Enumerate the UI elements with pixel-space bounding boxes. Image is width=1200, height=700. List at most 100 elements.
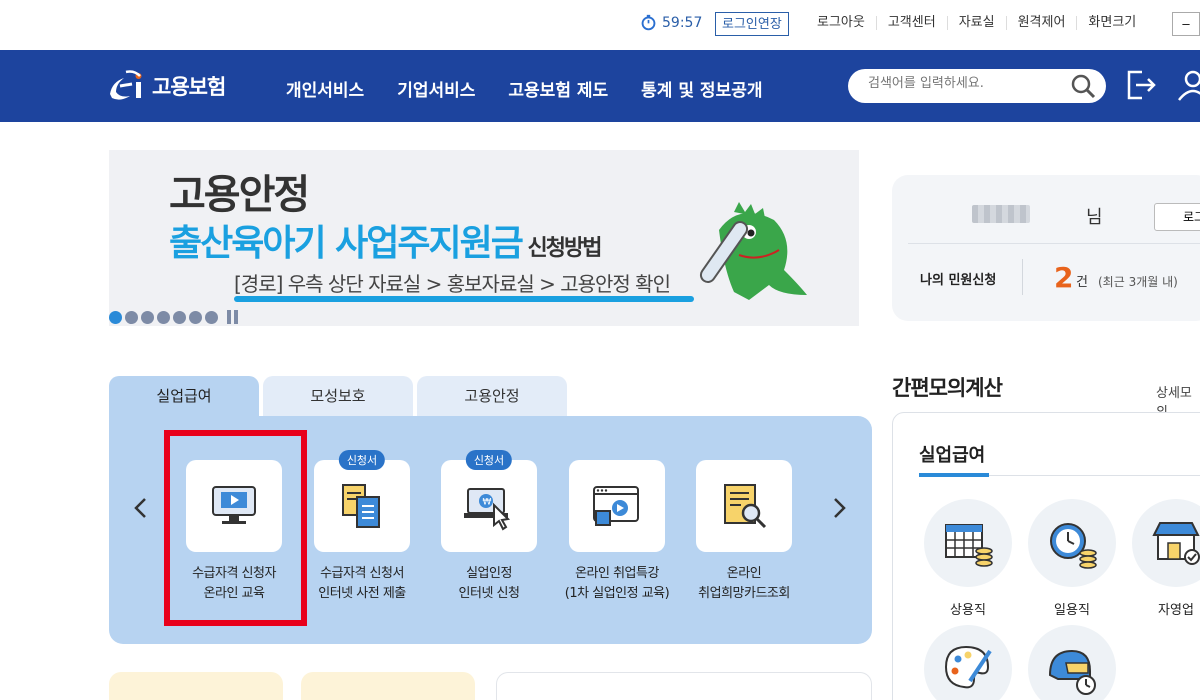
service-icon-box: 신청서 ₩ [441, 450, 537, 552]
calc-item-label: 자영업 [1158, 603, 1194, 618]
service-icon-box [569, 460, 665, 552]
banner-path: [경로] 우측 상단 자료실 > 홍보자료실 > 고용안정 확인 [234, 272, 671, 296]
dinosaur-mascot-icon [699, 202, 807, 300]
zoom-out-button[interactable]: – [1172, 12, 1200, 36]
chevron-left-icon[interactable] [129, 496, 153, 520]
service-hope-card[interactable]: 온라인취업희망카드조회 [683, 460, 805, 604]
calc-icon-circle [1132, 499, 1200, 587]
documents-icon [342, 484, 380, 528]
request-count[interactable]: 2 [1054, 261, 1073, 294]
service-icon-box: 신청서 [314, 450, 410, 552]
ei-logo-icon [110, 70, 142, 100]
banner-dot-6[interactable] [189, 310, 202, 324]
login-extend-button[interactable]: 로그인연장 [715, 12, 789, 36]
timer-text: 59:57 [662, 14, 703, 31]
banner-underline [234, 296, 694, 302]
chevron-right-icon[interactable] [827, 496, 851, 520]
calc-item-label: 일용직 [1054, 603, 1090, 618]
shop-check-icon [1152, 522, 1200, 565]
search-box [848, 69, 1106, 103]
menu-system[interactable]: 고용보험 제도 [508, 76, 608, 101]
banner-subtitle-small: 신청방법 [521, 236, 603, 261]
service-label-line2: (1차 실업인정 교육) [564, 586, 670, 601]
calc-item-rider[interactable] [1027, 625, 1117, 700]
calc-icon-circle [1028, 625, 1116, 700]
service-label-line1: 실업인정 [466, 566, 512, 581]
calc-box: 실업급여 상용직 일용직 자영업 [892, 412, 1200, 700]
service-label: 온라인취업희망카드조회 [683, 564, 805, 604]
main-banner[interactable]: 고용안정 출산육아기 사업주지원금 신청방법 [경로] 우측 상단 자료실 > … [109, 150, 859, 326]
customer-center-link[interactable]: 고객센터 [875, 16, 947, 30]
calc-item-regular[interactable]: 상용직 [923, 499, 1013, 618]
service-label: 실업인정 인터넷 신청 [428, 564, 550, 604]
calc-item-label: 상용직 [950, 603, 986, 618]
pause-icon[interactable] [227, 310, 239, 324]
service-label-line1: 수급자격 신청서 [320, 566, 404, 581]
calc-title: 간편모의계산 [892, 376, 1003, 400]
banner-dot-3[interactable] [141, 310, 154, 324]
svg-text:₩: ₩ [483, 498, 492, 508]
banner-dot-2[interactable] [125, 310, 138, 324]
archive-link[interactable]: 자료실 [946, 16, 1006, 30]
application-badge: 신청서 [465, 450, 513, 470]
clock-coins-icon [1050, 523, 1097, 569]
banner-dot-4[interactable] [157, 310, 170, 324]
my-request-label: 나의 민원신청 [920, 273, 997, 288]
palette-brush-icon [944, 645, 992, 689]
bottom-card-3 [496, 672, 872, 700]
calc-icon-circle [924, 499, 1012, 587]
service-label-line1: 온라인 취업특강 [575, 566, 659, 581]
calc-item-daily[interactable]: 일용직 [1027, 499, 1117, 618]
helmet-clock-icon [1048, 649, 1096, 695]
divider [908, 243, 1200, 244]
utility-bar: 59:57 로그인연장 로그아웃 고객센터 자료실 원격제어 화면크기 – [0, 0, 1200, 50]
banner-dot-5[interactable] [173, 310, 186, 324]
menu-personal[interactable]: 개인서비스 [286, 76, 364, 101]
service-label: 온라인 취업특강 (1차 실업인정 교육) [556, 564, 678, 604]
logout-icon[interactable] [1124, 68, 1158, 102]
stopwatch-icon [641, 14, 656, 31]
service-label-line2: 인터넷 사전 제출 [318, 586, 406, 601]
user-suffix: 님 [1086, 207, 1103, 228]
service-online-lecture[interactable]: 온라인 취업특강 (1차 실업인정 교육) [556, 460, 678, 604]
user-login-button[interactable]: 로그 [1154, 203, 1200, 231]
calc-icon-circle [1028, 499, 1116, 587]
banner-pagination [109, 310, 239, 324]
request-unit: 건 [1076, 275, 1088, 290]
blurred-username [972, 205, 1030, 223]
calc-item-self-employed[interactable]: 자영업 [1131, 499, 1200, 618]
calc-item-artist[interactable] [923, 625, 1013, 700]
user-icon[interactable] [1176, 68, 1200, 102]
tab-employment-stability[interactable]: 고용안정 [417, 376, 567, 416]
banner-subtitle-main: 출산육아기 사업주지원금 [169, 223, 524, 264]
banner-dot-7[interactable] [205, 310, 218, 324]
request-period: (최근 3개월 내) [1098, 275, 1178, 289]
main-menu: 개인서비스 기업서비스 고용보험 제도 통계 및 정보공개 [286, 76, 763, 101]
search-input[interactable] [868, 76, 1058, 91]
service-label-line2: 취업희망카드조회 [698, 586, 790, 601]
service-label-line1: 온라인 [726, 566, 762, 581]
main-header: 고용보험 개인서비스 기업서비스 고용보험 제도 통계 및 정보공개 [0, 50, 1200, 122]
tab-unemployment[interactable]: 실업급여 [109, 376, 259, 416]
user-info-box: 님 로그 나의 민원신청 2 건 (최근 3개월 내) [892, 175, 1200, 321]
calendar-coins-icon [945, 524, 993, 567]
banner-subtitle: 출산육아기 사업주지원금 신청방법 [169, 214, 603, 266]
search-icon[interactable] [1070, 73, 1096, 99]
menu-business[interactable]: 기업서비스 [397, 76, 475, 101]
service-unemployment-certification[interactable]: 신청서 ₩ 실업인정 인터넷 신청 [428, 450, 550, 604]
tab-maternity[interactable]: 모성보호 [263, 376, 413, 416]
calc-subtitle-underline [919, 473, 989, 477]
calc-icon-circle [924, 625, 1012, 700]
site-logo[interactable]: 고용보험 [106, 68, 226, 104]
laptop-click-icon: ₩ [464, 488, 511, 531]
remote-control-link[interactable]: 원격제어 [1005, 16, 1077, 30]
service-tabs: 실업급여 모성보호 고용안정 [109, 376, 567, 416]
video-window-icon [593, 486, 639, 526]
service-application-submit[interactable]: 신청서 수급자격 신청서인터넷 사전 제출 [301, 450, 423, 604]
logout-link[interactable]: 로그아웃 [806, 16, 876, 30]
document-search-icon [724, 484, 767, 529]
banner-dot-1[interactable] [109, 310, 122, 324]
application-badge: 신청서 [338, 450, 386, 470]
menu-statistics[interactable]: 통계 및 정보공개 [641, 76, 762, 101]
screen-size-label: 화면크기 [1076, 16, 1147, 30]
